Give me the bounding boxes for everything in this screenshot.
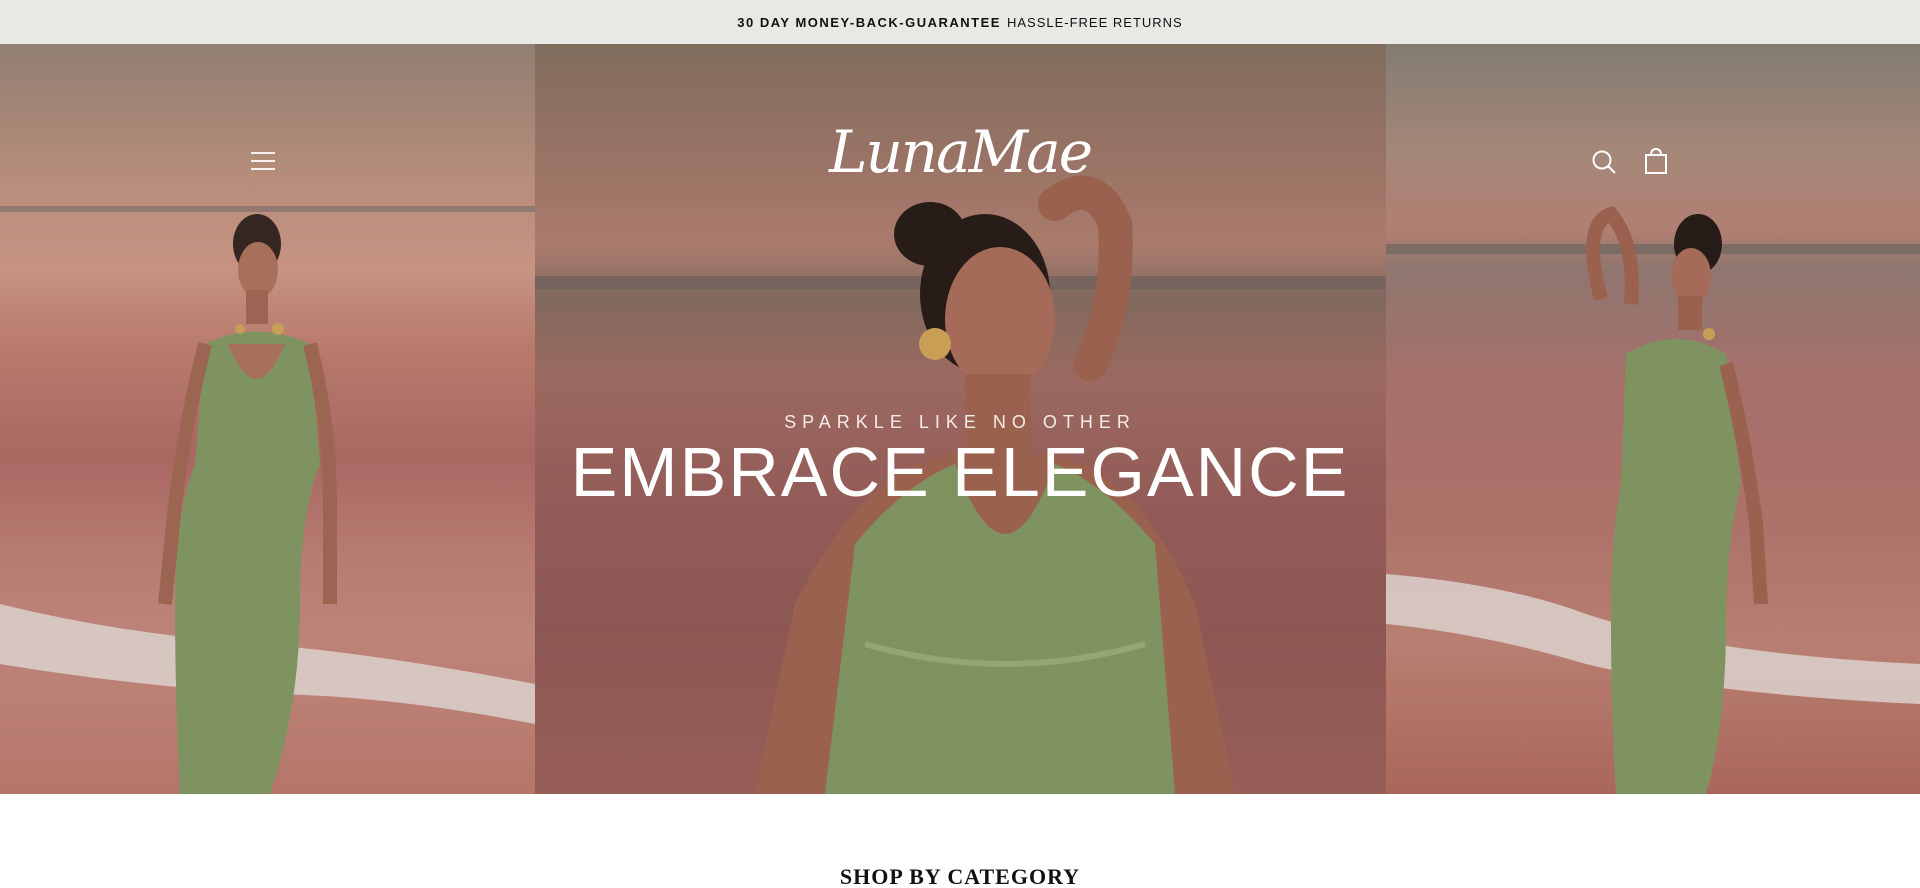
- hero-headline: EMBRACE ELEGANCE: [570, 433, 1350, 511]
- returns-text: HASSLE-FREE RETURNS: [1006, 14, 1183, 30]
- cart-button[interactable]: [1644, 147, 1668, 175]
- logo-text: LunaMae: [828, 118, 1093, 186]
- menu-button[interactable]: [250, 150, 276, 172]
- shop-by-category-title: SHOP BY CATEGORY: [839, 864, 1081, 888]
- cart-icon: [1645, 147, 1667, 174]
- brand-logo[interactable]: LunaMae: [820, 112, 1100, 192]
- hero-banner[interactable]: LunaMae SPARKLE LIKE NO OTHER EMBRACE EL…: [0, 44, 1920, 794]
- search-button[interactable]: [1591, 149, 1617, 175]
- announcement-bar: 30 DAY MONEY-BACK-GUARANTEE HASSLE-FREE …: [0, 0, 1920, 44]
- hero-kicker: SPARKLE LIKE NO OTHER: [784, 412, 1136, 432]
- search-icon: [1592, 150, 1616, 174]
- menu-icon: [251, 152, 275, 170]
- guarantee-text: 30 DAY MONEY-BACK-GUARANTEE: [737, 14, 1001, 30]
